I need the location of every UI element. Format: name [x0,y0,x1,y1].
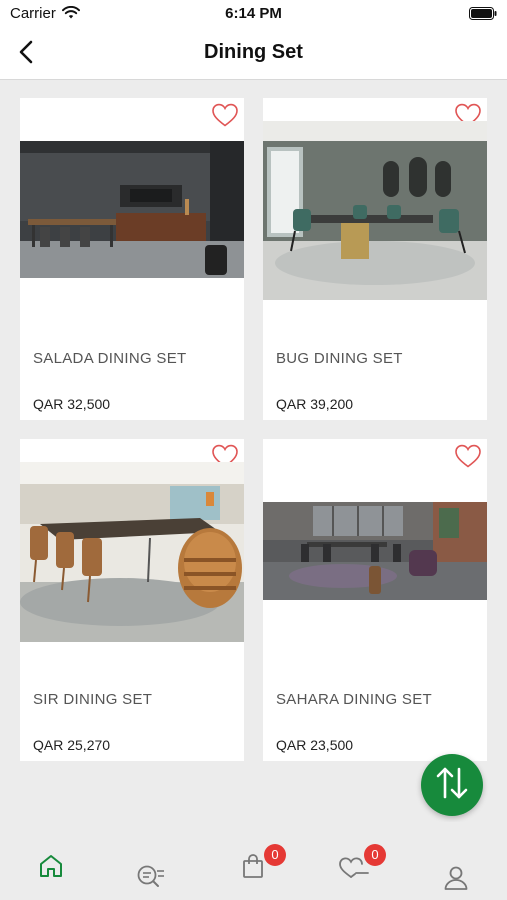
battery-icon [469,7,497,25]
product-image [263,502,487,600]
cart-count-badge: 0 [264,844,286,866]
product-image [20,462,244,642]
wishlist-heart-button[interactable] [453,443,483,473]
wishlist-heart-button[interactable] [210,102,240,132]
product-image [20,141,244,278]
product-card[interactable]: SIR DINING SET QAR 25,270 [20,439,244,761]
product-name: SIR DINING SET [33,691,153,708]
nav-bar: Dining Set [0,28,507,80]
status-time: 6:14 PM [225,5,282,22]
product-card[interactable]: BUG DINING SET QAR 39,200 [263,98,487,420]
product-name: BUG DINING SET [276,350,403,367]
product-card[interactable]: SALADA DINING SET QAR 32,500 [20,98,244,420]
sort-arrows-icon [434,764,470,807]
tab-profile[interactable] [436,860,476,900]
product-card[interactable]: SAHARA DINING SET QAR 23,500 [263,439,487,761]
search-list-icon [136,863,166,894]
shopping-bag-icon [241,853,265,884]
product-name: SALADA DINING SET [33,350,187,367]
bottom-tab-bar [0,822,507,900]
heart-outline-icon [211,102,239,133]
home-icon [38,853,64,884]
product-price: QAR 25,270 [33,737,111,753]
product-name: SAHARA DINING SET [276,691,432,708]
tab-search[interactable] [131,858,171,898]
product-grid: SALADA DINING SET QAR 32,500 BUG DINING … [0,80,507,822]
product-price: QAR 32,500 [33,396,111,412]
product-price: QAR 39,200 [276,396,354,412]
product-image [263,121,487,300]
sort-button[interactable] [421,754,483,816]
wishlist-count-badge: 0 [364,844,386,866]
heart-outline-icon [454,443,482,474]
user-icon [443,865,469,896]
status-bar: Carrier 6:14 PM [0,0,507,28]
tab-home[interactable] [31,848,71,888]
page-title: Dining Set [204,41,303,63]
product-price: QAR 23,500 [276,737,354,753]
